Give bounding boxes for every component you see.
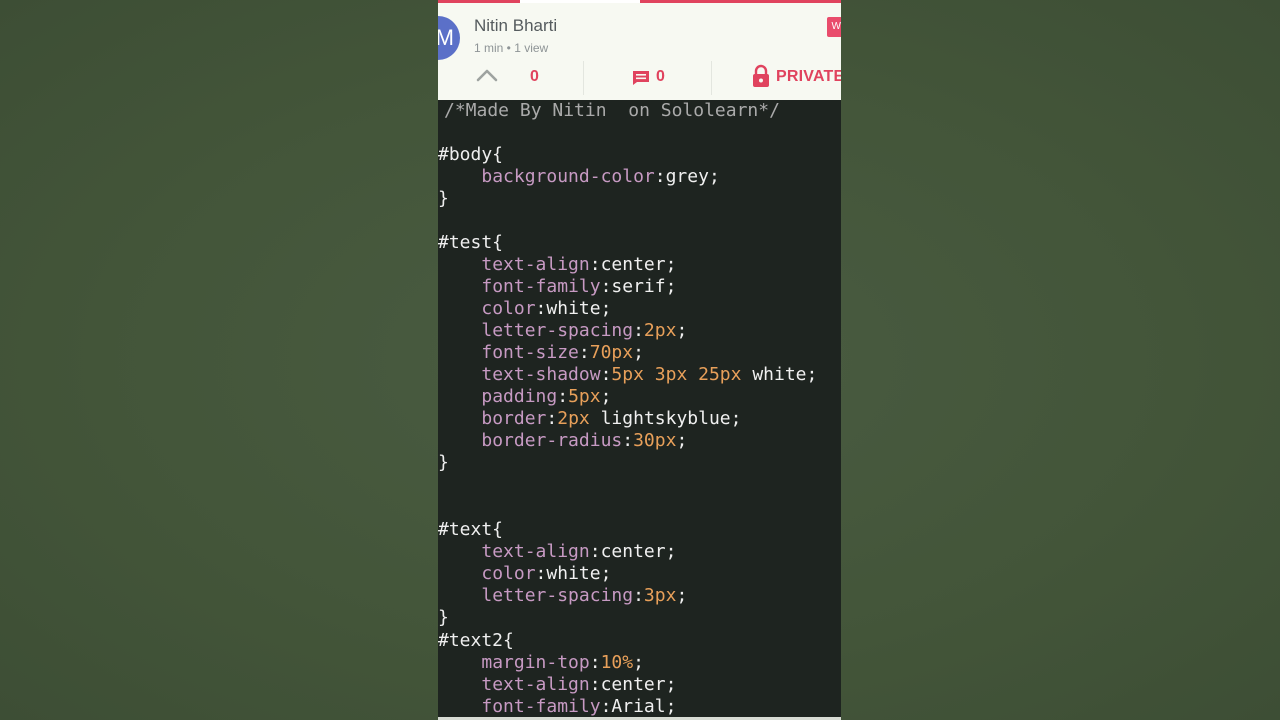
code-line: font-size:70px;	[481, 342, 644, 363]
author-name[interactable]: Nitin Bharti	[474, 16, 557, 36]
privacy-label[interactable]: PRIVATE	[776, 68, 841, 86]
code-line: color:white;	[481, 563, 612, 584]
code-line: /*Made By Nitin on Sololearn*/	[444, 100, 780, 121]
comment-icon[interactable]	[632, 70, 650, 86]
code-header: M Nitin Bharti 1 min • 1 view W 0 0 PRIV…	[438, 3, 841, 100]
lock-icon[interactable]	[752, 64, 770, 88]
code-line: #text2{	[438, 630, 514, 651]
code-line: color:white;	[481, 298, 612, 319]
code-line: #text{	[438, 519, 504, 540]
post-meta: 1 min • 1 view	[474, 41, 549, 55]
code-line: letter-spacing:3px;	[481, 585, 688, 606]
code-line: }	[438, 607, 449, 628]
code-line: text-align:center;	[481, 674, 677, 695]
code-line: margin-top:10%;	[481, 652, 644, 673]
code-line: border-radius:30px;	[481, 430, 688, 451]
code-line: text-align:center;	[481, 254, 677, 275]
code-line: border:2px lightskyblue;	[481, 408, 742, 429]
code-line: background-color:grey;	[481, 166, 720, 187]
divider	[711, 61, 712, 95]
code-line: text-align:center;	[481, 541, 677, 562]
code-line: padding:5px;	[481, 386, 612, 407]
code-line: }	[438, 188, 449, 209]
code-line: font-family:serif;	[481, 276, 677, 297]
avatar[interactable]: M	[438, 16, 460, 60]
follow-button[interactable]: W	[827, 17, 841, 37]
divider	[583, 61, 584, 95]
code-line: #body{	[438, 144, 504, 165]
code-line: letter-spacing:2px;	[481, 320, 688, 341]
code-editor[interactable]: /*Made By Nitin on Sololearn*/ #body{ ba…	[438, 100, 841, 717]
code-line: #test{	[438, 232, 504, 253]
code-line: font-family:Arial;	[481, 696, 677, 717]
action-bar: 0 0 PRIVATE	[438, 61, 841, 99]
code-line: }	[438, 452, 449, 473]
upvote-count: 0	[530, 68, 539, 85]
phone-screen: M Nitin Bharti 1 min • 1 view W 0 0 PRIV…	[438, 0, 841, 720]
comment-count: 0	[656, 68, 665, 85]
upvote-icon[interactable]	[476, 67, 498, 83]
code-line: text-shadow:5px 3px 25px white;	[481, 364, 818, 385]
